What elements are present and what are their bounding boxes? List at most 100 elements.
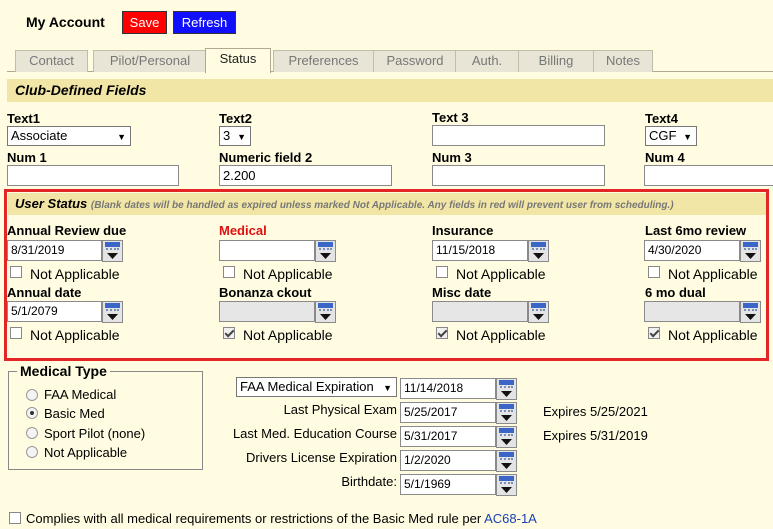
- medical-expiration-input[interactable]: 11/14/2018: [400, 378, 496, 399]
- na-label: Not Applicable: [456, 327, 546, 343]
- user-status-header: User Status (Blank dates will be handled…: [8, 193, 766, 215]
- 6mo-dual-input[interactable]: [644, 301, 740, 322]
- misc-date-label: Misc date: [432, 285, 492, 300]
- text1-value: Associate: [11, 128, 68, 143]
- calendar-icon[interactable]: [740, 301, 761, 323]
- calendar-icon[interactable]: [740, 240, 761, 262]
- misc-date-na-checkbox[interactable]: [436, 327, 448, 339]
- na-label: Not Applicable: [668, 266, 758, 282]
- radio-faa-medical[interactable]: [26, 389, 38, 401]
- compliance-text: Complies with all medical requirements o…: [26, 511, 537, 526]
- dl-expiration-label: Drivers License Expiration: [245, 450, 397, 465]
- text2-label: Text2: [219, 111, 252, 126]
- last-6mo-review-na-checkbox[interactable]: [648, 266, 660, 278]
- num2-input[interactable]: 2.200: [219, 165, 392, 186]
- radio-not-applicable[interactable]: [26, 446, 38, 458]
- medical-label: Medical: [219, 223, 267, 238]
- num4-input[interactable]: [644, 165, 773, 186]
- last-physical-input[interactable]: 5/25/2017: [400, 402, 496, 423]
- medical-type-legend: Medical Type: [17, 363, 110, 379]
- calendar-icon[interactable]: [528, 301, 549, 323]
- annual-date-label: Annual date: [7, 285, 82, 300]
- na-label: Not Applicable: [30, 327, 120, 343]
- num1-input[interactable]: [7, 165, 179, 186]
- last-6mo-review-input[interactable]: 4/30/2020: [644, 240, 740, 261]
- calendar-icon[interactable]: [496, 426, 517, 448]
- chevron-down-icon: ▼: [117, 132, 126, 142]
- num2-label: Numeric field 2: [219, 150, 313, 165]
- tab-contact[interactable]: Contact: [15, 50, 88, 72]
- insurance-label: Insurance: [432, 223, 494, 238]
- dl-expiration-input[interactable]: 1/2/2020: [400, 450, 496, 471]
- radio-label: Basic Med: [44, 406, 105, 421]
- text4-select[interactable]: CGF ▼: [645, 126, 697, 146]
- tab-status[interactable]: Status: [205, 48, 271, 73]
- radio-basic-med[interactable]: [26, 407, 38, 419]
- calendar-icon[interactable]: [496, 378, 517, 400]
- refresh-button[interactable]: Refresh: [173, 11, 236, 34]
- last-6mo-review-label: Last 6mo review: [645, 223, 747, 238]
- 6mo-dual-na-checkbox[interactable]: [648, 327, 660, 339]
- calendar-icon[interactable]: [528, 240, 549, 262]
- last-physical-label: Last Physical Exam: [283, 402, 397, 417]
- annual-date-input[interactable]: 5/1/2079: [7, 301, 102, 322]
- medical-input[interactable]: [219, 240, 315, 261]
- calendar-icon[interactable]: [102, 301, 123, 323]
- save-button[interactable]: Save: [122, 11, 167, 34]
- tab-preferences[interactable]: Preferences: [273, 50, 374, 72]
- birthdate-label: Birthdate:: [341, 474, 397, 489]
- page-title: My Account: [26, 14, 105, 30]
- tab-auth[interactable]: Auth.: [455, 50, 519, 72]
- text4-value: CGF: [649, 128, 677, 143]
- medical-na-checkbox[interactable]: [223, 266, 235, 278]
- calendar-icon[interactable]: [315, 240, 336, 262]
- chevron-down-icon: ▼: [237, 132, 246, 142]
- calendar-icon[interactable]: [496, 474, 517, 496]
- text3-label: Text 3: [432, 110, 469, 125]
- calendar-icon[interactable]: [496, 450, 517, 472]
- birthdate-input[interactable]: 5/1/1969: [400, 474, 496, 495]
- last-physical-expires: Expires 5/25/2021: [543, 404, 648, 419]
- insurance-na-checkbox[interactable]: [436, 266, 448, 278]
- tab-password[interactable]: Password: [373, 50, 457, 72]
- radio-label: Sport Pilot (none): [44, 426, 146, 441]
- text1-label: Text1: [7, 111, 40, 126]
- calendar-icon[interactable]: [315, 301, 336, 323]
- bonanza-ckout-na-checkbox[interactable]: [223, 327, 235, 339]
- na-label: Not Applicable: [243, 266, 333, 282]
- tab-notes[interactable]: Notes: [593, 50, 653, 72]
- user-status-title: User Status: [15, 196, 88, 211]
- basic-med-compliance-checkbox[interactable]: [9, 512, 21, 524]
- num3-input[interactable]: [432, 165, 605, 186]
- tab-billing[interactable]: Billing: [518, 50, 594, 72]
- last-med-ed-input[interactable]: 5/31/2017: [400, 426, 496, 447]
- num1-label: Num 1: [7, 150, 47, 165]
- last-med-ed-expires: Expires 5/31/2019: [543, 428, 648, 443]
- user-status-note: (Blank dates will be handled as expired …: [90, 200, 674, 211]
- num3-label: Num 3: [432, 150, 472, 165]
- insurance-input[interactable]: 11/15/2018: [432, 240, 528, 261]
- radio-label: FAA Medical: [44, 387, 117, 402]
- club-fields-header: Club-Defined Fields: [7, 79, 773, 102]
- last-med-ed-label: Last Med. Education Course: [232, 426, 397, 441]
- text2-select[interactable]: 3 ▼: [219, 126, 251, 146]
- calendar-icon[interactable]: [102, 240, 123, 262]
- bonanza-ckout-input[interactable]: [219, 301, 315, 322]
- annual-review-na-checkbox[interactable]: [10, 266, 22, 278]
- na-label: Not Applicable: [668, 327, 758, 343]
- na-label: Not Applicable: [243, 327, 333, 343]
- annual-date-na-checkbox[interactable]: [10, 327, 22, 339]
- calendar-icon[interactable]: [496, 402, 517, 424]
- tab-pilot-personal[interactable]: Pilot/Personal: [93, 50, 207, 72]
- misc-date-input[interactable]: [432, 301, 528, 322]
- ac68-1a-link[interactable]: AC68-1A: [484, 511, 537, 526]
- medical-expiration-select-value: FAA Medical Expiration: [240, 379, 374, 394]
- 6mo-dual-label: 6 mo dual: [645, 285, 706, 300]
- medical-expiration-select[interactable]: FAA Medical Expiration ▼: [236, 377, 397, 397]
- text1-select[interactable]: Associate ▼: [7, 126, 131, 146]
- text3-input[interactable]: [432, 125, 605, 146]
- bonanza-ckout-label: Bonanza ckout: [219, 285, 312, 300]
- tab-bar: Contact Pilot/Personal Status Preference…: [7, 48, 773, 73]
- radio-sport-pilot[interactable]: [26, 427, 38, 439]
- annual-review-input[interactable]: 8/31/2019: [7, 240, 102, 261]
